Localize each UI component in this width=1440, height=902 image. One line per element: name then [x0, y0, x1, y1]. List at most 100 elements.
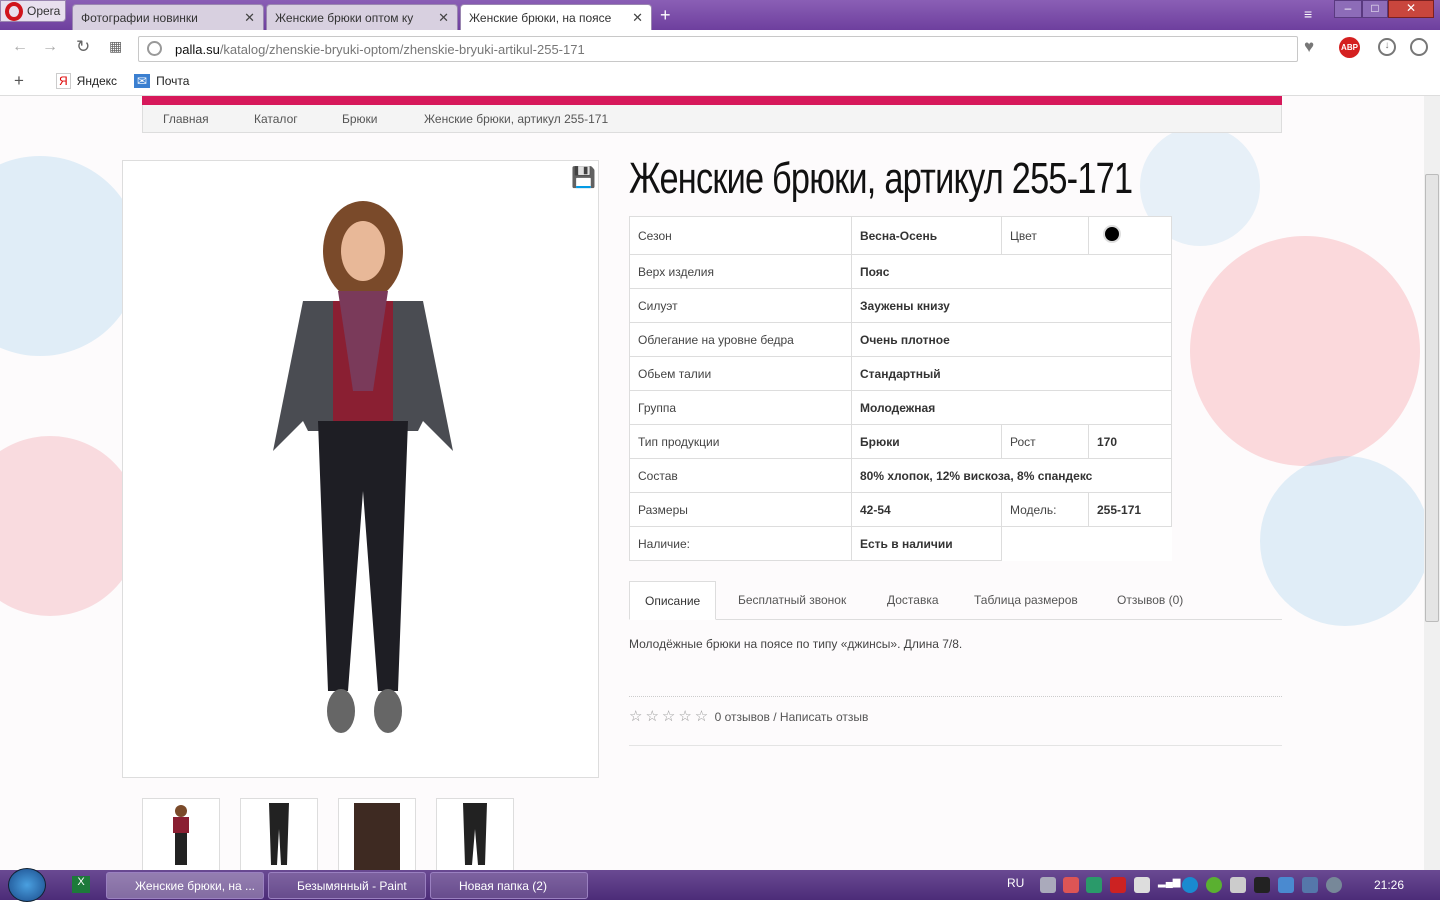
product-image[interactable]: 💾: [122, 160, 599, 778]
heart-icon[interactable]: ♥: [1304, 37, 1314, 57]
close-icon[interactable]: ✕: [632, 10, 643, 26]
spec-row: Облегание на уровне бедра Очень плотное: [629, 322, 1172, 357]
rating: ☆☆☆☆☆ 0 отзывов / Написать отзыв: [629, 707, 868, 725]
web-page: Главная Каталог Брюки Женские брюки, арт…: [0, 96, 1424, 870]
scrollbar-thumb[interactable]: [1425, 174, 1439, 622]
forward-icon[interactable]: →: [42, 38, 58, 56]
tab-photos[interactable]: Фотографии новинки ✕: [72, 4, 264, 30]
tray-icon[interactable]: [1040, 877, 1056, 893]
tab-size-table[interactable]: Таблица размеров: [959, 581, 1093, 620]
site-info-icon[interactable]: [147, 41, 162, 56]
breadcrumb: Главная Каталог Брюки Женские брюки, арт…: [142, 105, 1282, 133]
background-flower: [0, 436, 140, 616]
spec-row: Силуэт Заужены книзу: [629, 288, 1172, 323]
opera-menu-button[interactable]: Opera: [0, 0, 66, 22]
spec-row: Состав 80% хлопок, 12% вискоза, 8% спанде…: [629, 458, 1172, 493]
tab-current[interactable]: Женские брюки, на поясе ✕: [460, 4, 652, 30]
language-indicator[interactable]: RU: [1007, 876, 1024, 890]
thumbnail-image: [354, 803, 400, 870]
windows-taskbar: X Женские брюки, на ... Безымянный - Pai…: [0, 868, 1440, 902]
thumbnail-4[interactable]: [436, 798, 514, 870]
thumbnail-3[interactable]: [338, 798, 416, 870]
site-header-bar: [142, 96, 1282, 105]
back-icon[interactable]: ←: [12, 38, 28, 56]
tab-delivery[interactable]: Доставка: [872, 581, 954, 620]
add-bookmark-icon[interactable]: +: [14, 71, 24, 91]
kaspersky-icon[interactable]: [1110, 877, 1126, 893]
tab-description[interactable]: Описание: [629, 581, 717, 620]
account-icon[interactable]: [1410, 38, 1428, 56]
device-icon[interactable]: [1302, 877, 1318, 893]
thumbnail-2[interactable]: [240, 798, 318, 870]
minimize-button[interactable]: –: [1334, 0, 1362, 18]
start-button[interactable]: [8, 868, 46, 902]
thumbnail-1[interactable]: [142, 798, 220, 870]
breadcrumb-trousers[interactable]: Брюки: [342, 112, 378, 126]
bookmark-yandex[interactable]: Я Яндекс: [56, 73, 117, 89]
tab-free-call[interactable]: Бесплатный звонок: [723, 581, 861, 620]
signal-icon[interactable]: ▂▄▆: [1158, 877, 1180, 893]
volume-muted-icon[interactable]: [1230, 877, 1246, 893]
task-opera[interactable]: Женские брюки, на ...: [106, 872, 264, 899]
product-title: Женские брюки, артикул 255-171: [629, 154, 1133, 203]
spec-row: Группа Молодежная: [629, 390, 1172, 425]
spec-row: Сезон Весна-Осень Цвет: [629, 216, 1172, 255]
opera-logo-icon: [5, 2, 23, 21]
thumbnail-image: [463, 803, 487, 865]
breadcrumb-home[interactable]: Главная: [163, 112, 209, 126]
reload-icon[interactable]: ↻: [76, 37, 90, 57]
star-rating-icons: ☆☆☆☆☆: [629, 708, 712, 725]
utorrent-icon[interactable]: [1206, 877, 1222, 893]
power-icon[interactable]: [1134, 877, 1150, 893]
speed-dial-icon[interactable]: ▦: [109, 38, 122, 55]
bookmark-mail[interactable]: ✉ Почта: [134, 74, 189, 88]
background-flower: [0, 156, 140, 356]
shield-icon[interactable]: [1086, 877, 1102, 893]
tray-app-icon[interactable]: [1326, 877, 1342, 893]
task-paint[interactable]: Безымянный - Paint: [268, 872, 426, 899]
spec-row: Тип продукции Брюки Рост 170: [629, 424, 1172, 459]
product-specs-table: Сезон Весна-Осень Цвет Верх изделия Пояс Си…: [629, 216, 1172, 561]
thumbnail-image: [173, 805, 189, 865]
product-tabs: Описание Бесплатный звонок Доставка Табл…: [629, 581, 1282, 620]
spec-row: Наличие: Есть в наличии: [629, 526, 1172, 561]
close-icon[interactable]: ✕: [438, 10, 449, 26]
model-photo: [273, 201, 453, 733]
spec-row: Обьем талии Стандартный: [629, 356, 1172, 391]
reviews-link[interactable]: 0 отзывов / Написать отзыв: [715, 710, 869, 724]
excel-icon[interactable]: X: [72, 876, 90, 893]
url-input[interactable]: palla.su/katalog/zhenskie-bryuki-optom/z…: [138, 36, 1298, 62]
close-icon[interactable]: ✕: [244, 10, 255, 26]
color-swatch-cell: [1088, 216, 1172, 255]
ccleaner-icon[interactable]: [1063, 877, 1079, 893]
tab-reviews[interactable]: Отзывов (0): [1102, 581, 1198, 620]
adblock-icon[interactable]: ABP: [1339, 37, 1360, 58]
breadcrumb-current: Женские брюки, артикул 255-171: [424, 112, 609, 126]
background-flower: [1260, 456, 1424, 626]
spec-row: Размеры 42-54 Модель: 255-171: [629, 492, 1172, 527]
download-icon[interactable]: ↓: [1378, 38, 1396, 56]
save-icon[interactable]: 💾: [571, 165, 596, 190]
clock[interactable]: 21:26: [1374, 878, 1404, 892]
tray-app-icon[interactable]: [1182, 877, 1198, 893]
thumbnail-image: [269, 803, 289, 865]
tray-app-icon[interactable]: [1254, 877, 1270, 893]
product-description: Молодёжные брюки на поясе по типу «джинс…: [629, 637, 963, 651]
divider: [629, 696, 1282, 697]
new-tab-button[interactable]: +: [660, 5, 671, 26]
background-flower: [1190, 236, 1420, 466]
close-window-button[interactable]: ✕: [1388, 0, 1434, 18]
yandex-icon: Я: [56, 73, 71, 89]
bookmarks-bar: + Я Яндекс ✉ Почта: [0, 66, 1440, 96]
tab-menu-icon[interactable]: ≡: [1304, 6, 1312, 22]
color-swatch[interactable]: [1105, 227, 1119, 241]
browser-tab-bar: Opera Фотографии новинки ✕ Женские брюки …: [0, 0, 1440, 30]
page-scrollbar[interactable]: [1424, 96, 1440, 870]
breadcrumb-catalog[interactable]: Каталог: [254, 112, 298, 126]
tab-trousers-wholesale[interactable]: Женские брюки оптом ку ✕: [266, 4, 458, 30]
network-icon[interactable]: [1278, 877, 1294, 893]
maximize-button[interactable]: □: [1362, 0, 1388, 18]
spec-row: Верх изделия Пояс: [629, 254, 1172, 289]
divider: [629, 745, 1282, 746]
task-folder[interactable]: Новая папка (2): [430, 872, 588, 899]
